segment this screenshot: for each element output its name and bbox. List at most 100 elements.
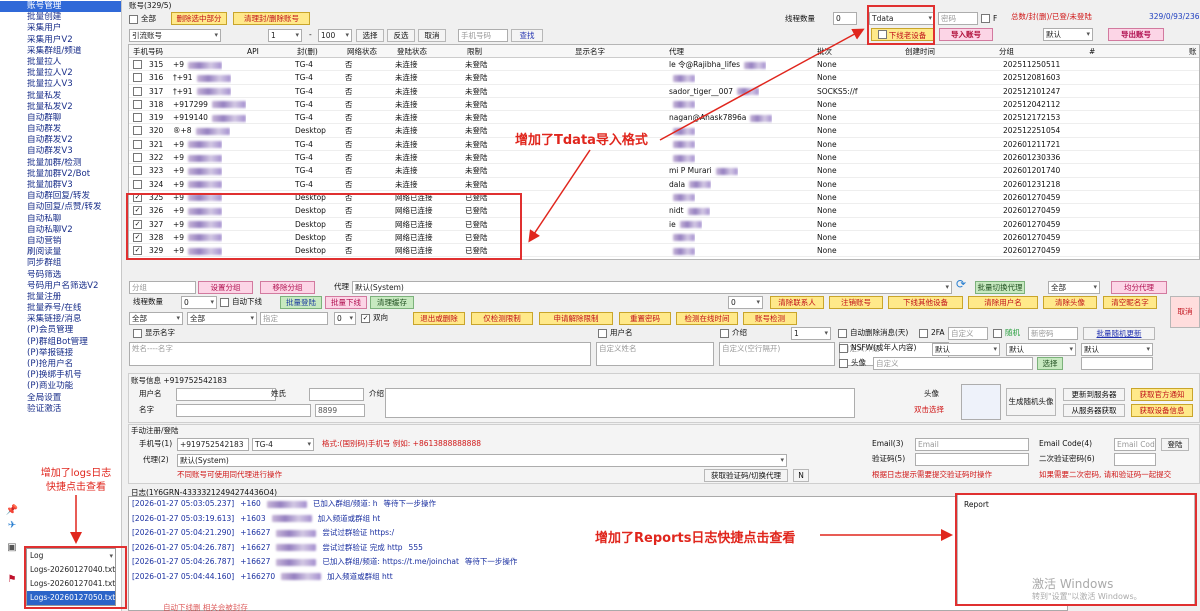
- custom-name-input[interactable]: 自定义姓名: [596, 342, 714, 366]
- avatar-custom-input[interactable]: 自定义: [873, 357, 1033, 370]
- range-to-input[interactable]: 100: [318, 29, 352, 42]
- clean-avatar-button[interactable]: 清除头像: [1043, 296, 1097, 309]
- sidebar-item[interactable]: 批量私发V2: [0, 102, 121, 113]
- refresh-icon[interactable]: ⟳: [956, 278, 966, 290]
- set-group-button[interactable]: 设置分组: [198, 281, 253, 294]
- offline-old-device-checkbox[interactable]: [877, 30, 887, 39]
- auto-delete-checkbox[interactable]: [838, 329, 847, 338]
- table-row[interactable]: 319 +919140 TG-4 否 未连接 未登陆 nagan@Anask7896a Non…: [129, 111, 1199, 125]
- nsfw-checkbox[interactable]: [839, 344, 848, 353]
- avatar-preview[interactable]: [961, 384, 1001, 420]
- number-input[interactable]: 0: [334, 312, 356, 325]
- sidebar-item[interactable]: 批量注册: [0, 292, 121, 303]
- table-row[interactable]: 318 +917299 TG-4 否 未连接 未登陆 None 202512042112: [129, 98, 1199, 112]
- sidebar-item[interactable]: 自动群发: [0, 124, 121, 135]
- sidebar-item[interactable]: 刷阅读量: [0, 247, 121, 258]
- proxy-select[interactable]: 默认(System): [352, 281, 952, 294]
- import-accounts-button[interactable]: 导入账号: [939, 28, 993, 41]
- table-row[interactable]: ✓ 326 +9 Desktop 否 网络已连接 已登陆 nidt None 2026012704…: [129, 204, 1199, 218]
- login-button[interactable]: 登陆: [1161, 438, 1189, 451]
- sidebar-item[interactable]: (P)换绑手机号: [0, 370, 121, 381]
- generate-avatar-button[interactable]: 生成随机头像: [1006, 388, 1056, 416]
- table-row[interactable]: 317 †+91 TG-4 否 未连接 未登陆 sador_tiger__007 SOCKS5…: [129, 85, 1199, 98]
- offline-old-device-button[interactable]: 下线老设备: [871, 28, 935, 41]
- avg-proxy-button[interactable]: 均分代理: [1111, 281, 1167, 294]
- twoway-checkbox[interactable]: ✓: [361, 314, 370, 323]
- column-header[interactable]: 登陆状态: [397, 45, 427, 58]
- api-select[interactable]: TG-4: [252, 438, 314, 451]
- sidebar-item[interactable]: 全局设置: [0, 393, 121, 404]
- firstname-field[interactable]: [176, 404, 311, 417]
- cancel-select-button[interactable]: 取消: [418, 29, 446, 42]
- default-field-4[interactable]: [1081, 357, 1153, 370]
- table-row[interactable]: ✓ 328 +9 Desktop 否 网络已连接 已登陆 None 202601270459: [129, 231, 1199, 245]
- row-checkbox[interactable]: ✓: [133, 246, 142, 256]
- import-format-select[interactable]: Tdata: [869, 12, 935, 25]
- custom-space-input[interactable]: 自定义(空行隔开): [719, 342, 835, 366]
- invert-button[interactable]: 反选: [387, 29, 415, 42]
- batch-switch-proxy-button[interactable]: 批量切换代理: [975, 281, 1025, 294]
- count-input[interactable]: 0: [728, 296, 763, 309]
- row-checkbox[interactable]: [133, 113, 142, 123]
- sidebar-item[interactable]: 批量养号/在线: [0, 303, 121, 314]
- row-checkbox[interactable]: [133, 86, 142, 96]
- offline-other-devices-button[interactable]: 下线其他设备: [888, 296, 963, 309]
- detect-online-button[interactable]: 检测在线时间: [676, 312, 738, 325]
- log-file-item[interactable]: Logs-20260127041.txt: [27, 577, 115, 591]
- delete-selected-button[interactable]: 删除选中部分: [171, 12, 227, 25]
- export-accounts-button[interactable]: 导出账号: [1108, 28, 1164, 41]
- remove-group-button[interactable]: 移除分组: [260, 281, 315, 294]
- fetch-official-notice-button[interactable]: 获取官方通知: [1131, 388, 1193, 401]
- column-header[interactable]: #: [1089, 45, 1095, 58]
- twofa-custom-input[interactable]: 自定义: [948, 327, 988, 340]
- intro-checkbox[interactable]: [720, 329, 729, 338]
- sidebar-item[interactable]: 批量拉人: [0, 57, 121, 68]
- clean-cache-button[interactable]: 清理缓存: [370, 296, 414, 309]
- update-server-button[interactable]: 更新到服务器: [1063, 388, 1125, 401]
- row-checkbox[interactable]: [133, 139, 142, 149]
- batch-offline-button[interactable]: 批量下线: [325, 296, 367, 309]
- batch-random-update-button[interactable]: 批量随机更新: [1083, 327, 1155, 340]
- row-checkbox[interactable]: ✓: [133, 219, 142, 229]
- code-input[interactable]: [915, 453, 1029, 466]
- console-icon[interactable]: ▣: [4, 542, 20, 556]
- sidebar-item[interactable]: 自动私聊V2: [0, 225, 121, 236]
- sidebar-item[interactable]: 验证激活: [0, 404, 121, 415]
- manual-proxy-select[interactable]: 默认(System): [177, 454, 787, 467]
- column-header[interactable]: 封(删): [297, 45, 318, 58]
- group-default-select[interactable]: 默认: [1043, 28, 1093, 41]
- pin-icon[interactable]: 📌: [4, 505, 20, 519]
- column-header[interactable]: 显示名字: [575, 45, 605, 58]
- username-field[interactable]: [176, 388, 276, 401]
- sidebar-item[interactable]: 采集用户: [0, 23, 121, 34]
- column-header[interactable]: 限制: [467, 45, 482, 58]
- table-row[interactable]: 321 +9 TG-4 否 未连接 未登陆 None 202601211721: [129, 138, 1199, 152]
- log-file-item[interactable]: Log: [27, 549, 115, 563]
- clean-nickname-button[interactable]: 清空昵名字: [1103, 296, 1157, 309]
- exit-groups-button[interactable]: 退出或删除: [413, 312, 465, 325]
- table-row[interactable]: 324 +9 TG-4 否 未连接 未登陆 dala None 202601231218: [129, 178, 1199, 191]
- twofa-checkbox[interactable]: [919, 329, 928, 338]
- cancel-task-button[interactable]: 取消: [1170, 296, 1200, 328]
- column-header[interactable]: 分组: [999, 45, 1014, 58]
- row-checkbox[interactable]: [133, 60, 142, 69]
- name-list-input[interactable]: 姓名----名字: [129, 342, 591, 366]
- column-header[interactable]: 批次: [817, 45, 832, 58]
- proxy-all-select[interactable]: 全部: [1048, 281, 1100, 294]
- new-password-input[interactable]: 新密码: [1028, 327, 1078, 340]
- f-checkbox[interactable]: [981, 14, 990, 23]
- group-input[interactable]: 分组: [129, 281, 196, 294]
- sidebar-item[interactable]: 采集群组/频道: [0, 46, 121, 57]
- choose-avatar-button[interactable]: 选择: [1037, 357, 1063, 370]
- sidebar-item[interactable]: (P)商业功能: [0, 381, 121, 392]
- get-code-button[interactable]: 获取验证码/切换代理: [704, 469, 788, 482]
- fetch-server-button[interactable]: 从服务器获取: [1063, 404, 1125, 417]
- sidebar-item[interactable]: 批量加群V2/Bot: [0, 169, 121, 180]
- show-name-checkbox[interactable]: [133, 329, 142, 338]
- row-checkbox[interactable]: [133, 179, 142, 189]
- email-input[interactable]: Email: [915, 438, 1029, 451]
- sidebar-item[interactable]: (P)群组Bot管理: [0, 337, 121, 348]
- batch-login-button[interactable]: 批量登陆: [280, 296, 322, 309]
- us-flag-icon[interactable]: ⚑: [4, 574, 20, 588]
- sidebar-item[interactable]: (P)会员管理: [0, 325, 121, 336]
